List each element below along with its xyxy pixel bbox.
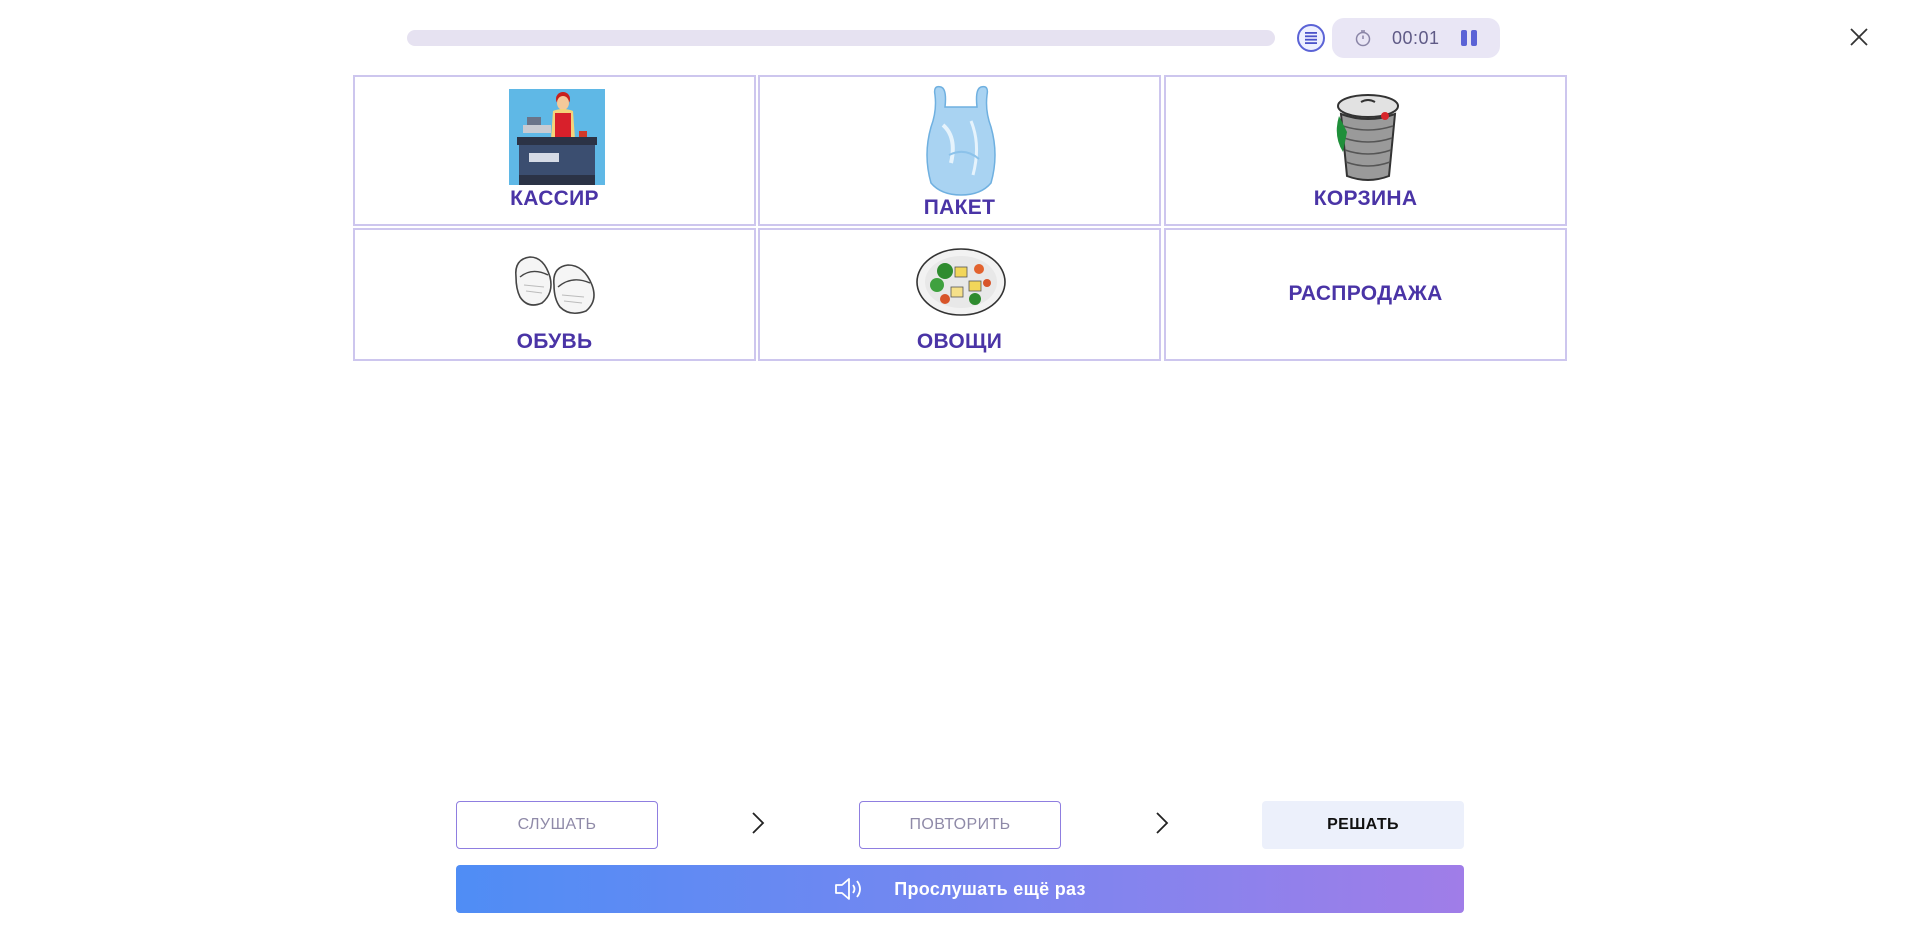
card-label: ОВОЩИ <box>916 330 1003 353</box>
close-button[interactable] <box>1846 24 1872 50</box>
card-bag[interactable]: ПАКЕТ <box>758 75 1161 226</box>
listen-step-button[interactable]: СЛУШАТЬ <box>456 801 658 849</box>
task-list-button[interactable] <box>1297 24 1325 52</box>
card-sale[interactable]: РАСПРОДАЖА <box>1164 228 1567 361</box>
solve-step-button[interactable]: РЕШАТЬ <box>1262 801 1464 849</box>
speaker-icon <box>834 877 864 901</box>
card-label: ОБУВЬ <box>516 330 593 353</box>
timer-panel: 00:01 <box>1332 18 1500 58</box>
card-label: КАССИР <box>510 187 599 210</box>
card-label: КОРЗИНА <box>1313 187 1418 210</box>
card-label: РАСПРОДАЖА <box>1288 282 1443 305</box>
chevron-right-icon <box>752 812 765 834</box>
card-vegetables[interactable]: ОВОЩИ <box>758 228 1161 361</box>
card-cashier[interactable]: КАССИР <box>353 75 756 226</box>
card-basket[interactable]: КОРЗИНА <box>1164 75 1567 226</box>
listen-again-label: Прослушать ещё раз <box>894 878 1086 899</box>
pause-button[interactable] <box>1458 28 1480 48</box>
close-icon <box>1850 28 1868 46</box>
list-icon <box>1305 32 1317 44</box>
repeat-step-button[interactable]: ПОВТОРИТЬ <box>859 801 1061 849</box>
progress-bar <box>407 30 1275 46</box>
cashier-image <box>509 89 605 185</box>
chevron-right-icon <box>1156 812 1169 834</box>
clock-icon <box>1355 30 1371 47</box>
card-label: ПАКЕТ <box>923 196 996 219</box>
vegetables-image <box>916 248 1006 316</box>
timer-value: 00:01 <box>1392 28 1440 48</box>
basket-image <box>1336 94 1399 181</box>
listen-again-button[interactable]: Прослушать ещё раз <box>456 865 1464 913</box>
card-shoes[interactable]: ОБУВЬ <box>353 228 756 361</box>
slippers-image <box>514 256 595 315</box>
plastic-bag-image <box>926 85 996 196</box>
